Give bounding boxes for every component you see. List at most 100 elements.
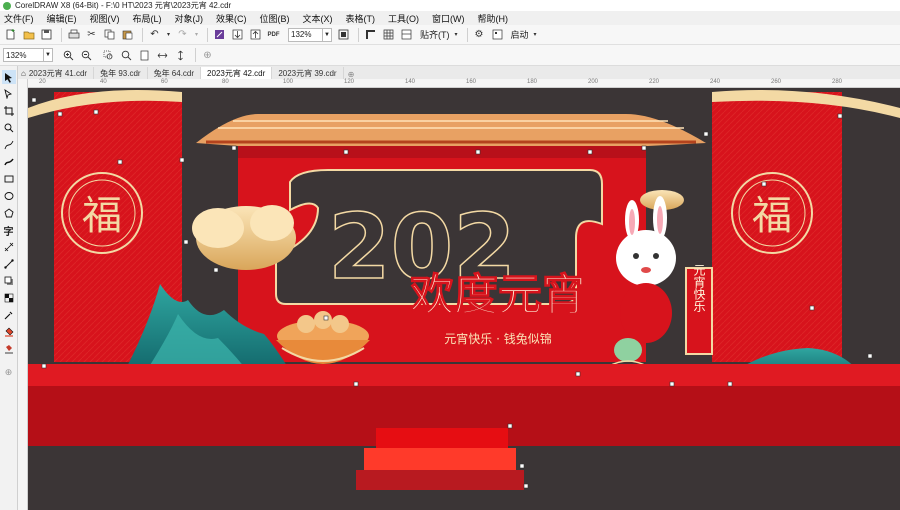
zoom-in-icon[interactable]: [61, 48, 76, 63]
ruler-label: 120: [344, 79, 355, 85]
stage-step-middle[interactable]: [364, 448, 516, 470]
toolbar-separator: [358, 27, 359, 42]
drawing-canvas[interactable]: 福 福 202 欢度元宵 元宵快乐 · 钱兔似锦 元宵快乐: [28, 88, 900, 510]
application-launcher-icon[interactable]: [490, 27, 505, 42]
options-gear-icon[interactable]: ⚙: [472, 27, 487, 42]
export-icon[interactable]: [248, 27, 263, 42]
vertical-ruler[interactable]: [18, 79, 28, 510]
stage-step-bottom[interactable]: [356, 470, 524, 490]
import-icon[interactable]: [230, 27, 245, 42]
parallel-dimension-tool-icon[interactable]: [2, 240, 16, 254]
show-grid-icon[interactable]: [381, 27, 396, 42]
polygon-tool-icon[interactable]: [2, 206, 16, 220]
doc-tab[interactable]: 2023元宵 39.cdr: [272, 67, 344, 79]
ellipse-tool-icon[interactable]: [2, 189, 16, 203]
zoom-all-objects-icon[interactable]: [119, 48, 134, 63]
cut-icon[interactable]: ✂: [84, 27, 99, 42]
toolbar-separator: [195, 48, 196, 62]
menu-layout[interactable]: 布局(L): [133, 12, 162, 25]
property-zoom-dropdown-icon[interactable]: ▼: [43, 49, 52, 61]
stage-front-top[interactable]: [28, 364, 900, 386]
menu-bitmaps[interactable]: 位图(B): [260, 12, 290, 25]
launch-menu[interactable]: 启动: [511, 28, 529, 41]
toolbox: 字 ⊕: [0, 66, 18, 510]
horizontal-ruler[interactable]: 20 40 60 80 100 120 140 160 180 200 220 …: [28, 79, 900, 88]
doc-tab-active[interactable]: 2023元宵 42.cdr: [201, 67, 273, 79]
interactive-fill-tool-icon[interactable]: [2, 325, 16, 339]
stage-step-top[interactable]: [376, 428, 508, 448]
zoom-tool-icon[interactable]: [2, 121, 16, 135]
full-screen-icon[interactable]: [336, 27, 351, 42]
undo-icon[interactable]: ↶: [147, 27, 162, 42]
zoom-selected-icon[interactable]: [101, 48, 116, 63]
artistic-media-tool-icon[interactable]: [2, 155, 16, 169]
scroll-banner[interactable]: 元宵快乐: [685, 264, 713, 355]
menu-effects[interactable]: 效果(C): [216, 12, 247, 25]
print-icon[interactable]: [66, 27, 81, 42]
paste-icon[interactable]: [120, 27, 135, 42]
fu-character-right: 福: [752, 193, 792, 239]
show-guidelines-icon[interactable]: [399, 27, 414, 42]
ruler-label: 40: [100, 79, 107, 85]
menu-object[interactable]: 对象(J): [175, 12, 204, 25]
title-bar: CorelDRAW X8 (64-Bit) - F:\0 HT\2023 元宵\…: [0, 0, 900, 11]
snap-to-menu[interactable]: 贴齐(T): [420, 28, 450, 41]
zoom-dropdown-icon[interactable]: ▼: [322, 28, 331, 41]
copy-icon[interactable]: [102, 27, 117, 42]
launch-dropdown-icon[interactable]: ▾: [532, 27, 539, 42]
menu-help[interactable]: 帮助(H): [478, 12, 509, 25]
add-tool-icon[interactable]: ⊕: [2, 365, 16, 379]
doc-tab[interactable]: 兔年 93.cdr: [94, 67, 148, 79]
right-pillar[interactable]: 福: [712, 90, 900, 362]
ruler-label: 20: [39, 79, 46, 85]
doc-tab[interactable]: ⌂ 2023元宵 41.cdr: [18, 67, 95, 79]
text-tool-icon[interactable]: 字: [2, 223, 16, 238]
doc-tab-label: 2023元宵 39.cdr: [278, 68, 337, 78]
add-preset-icon[interactable]: ⊕: [200, 48, 215, 63]
menu-edit[interactable]: 编辑(E): [47, 12, 77, 25]
transparency-tool-icon[interactable]: [2, 291, 16, 305]
undo-dropdown-icon[interactable]: ▾: [165, 27, 172, 42]
redo-icon[interactable]: ↷: [175, 27, 190, 42]
menu-view[interactable]: 视图(V): [90, 12, 120, 25]
snap-dropdown-icon[interactable]: ▾: [453, 27, 460, 42]
shape-tool-icon[interactable]: [2, 87, 16, 101]
menu-file[interactable]: 文件(F): [4, 12, 34, 25]
menu-text[interactable]: 文本(X): [303, 12, 333, 25]
zoom-out-icon[interactable]: [79, 48, 94, 63]
freehand-tool-icon[interactable]: [2, 138, 16, 152]
zoom-level-field[interactable]: 132% ▼: [288, 27, 332, 42]
show-rulers-icon[interactable]: [363, 27, 378, 42]
save-icon[interactable]: [39, 27, 54, 42]
drop-shadow-tool-icon[interactable]: [2, 274, 16, 288]
crop-tool-icon[interactable]: [2, 104, 16, 118]
smart-fill-tool-icon[interactable]: [2, 342, 16, 356]
ruler-label: 80: [222, 79, 229, 85]
open-folder-icon[interactable]: [21, 27, 36, 42]
publish-pdf-icon[interactable]: PDF: [266, 27, 281, 42]
zoom-page-height-icon[interactable]: [173, 48, 188, 63]
ruler-label: 140: [405, 79, 416, 85]
search-content-icon[interactable]: [212, 27, 227, 42]
zoom-to-page-icon[interactable]: [137, 48, 152, 63]
rectangle-tool-icon[interactable]: [2, 172, 16, 186]
connector-tool-icon[interactable]: [2, 257, 16, 271]
color-eyedropper-tool-icon[interactable]: [2, 308, 16, 322]
pick-tool-icon[interactable]: [1, 70, 16, 84]
doc-tab-label: 2023元宵 41.cdr: [28, 68, 88, 78]
redo-dropdown-icon[interactable]: ▾: [193, 27, 200, 42]
menu-table[interactable]: 表格(T): [346, 12, 376, 25]
menu-tools[interactable]: 工具(O): [388, 12, 419, 25]
temple-roof[interactable]: [196, 114, 706, 158]
doc-tab-label: 兔年 93.cdr: [100, 68, 141, 78]
new-document-icon[interactable]: [3, 27, 18, 42]
property-zoom-field[interactable]: 132% ▼: [3, 48, 53, 62]
home-icon[interactable]: ⌂: [21, 69, 26, 78]
toolbar-separator: [207, 27, 208, 42]
zoom-page-width-icon[interactable]: [155, 48, 170, 63]
doc-tab[interactable]: 兔年 64.cdr: [148, 67, 202, 79]
menu-window[interactable]: 窗口(W): [432, 12, 465, 25]
auspicious-cloud-left[interactable]: [192, 205, 296, 270]
artwork[interactable]: 福 福 202 欢度元宵 元宵快乐 · 钱兔似锦 元宵快乐: [28, 88, 900, 510]
new-tab-icon[interactable]: ⊕: [344, 70, 359, 79]
